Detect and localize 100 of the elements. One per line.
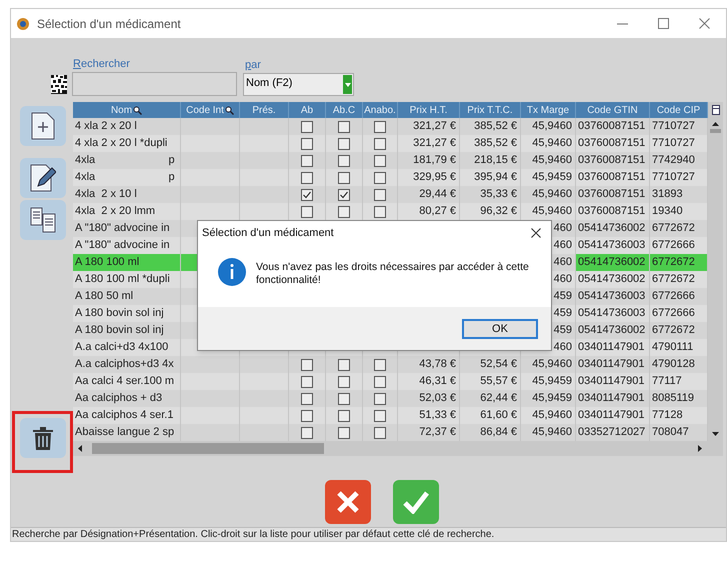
table-cell-text: Aa calciphos + d3: [75, 391, 162, 406]
table-cell-text: 45,9460: [532, 408, 572, 424]
table-cell-text: 86,84 €: [480, 425, 517, 440]
table-cell-text: 05414736003: [578, 289, 646, 304]
table-cell-text: 708047: [652, 425, 689, 440]
table-cell-text: A.a calci+d3 4x100: [75, 340, 168, 356]
table-cell-text: 03401147901: [578, 357, 644, 372]
table-cell-text: 459: [554, 306, 572, 322]
table-cell-text: 7710727: [652, 136, 695, 152]
table-cell-text: 35,33 €: [480, 187, 517, 202]
table-cell-text: A 180 100 ml: [75, 255, 140, 270]
dialog-title: Sélection d'un médicament: [202, 226, 334, 241]
table-cell-text: 460: [554, 272, 572, 288]
search-by-label: par: [245, 59, 262, 72]
table-cell-text: 6772672: [652, 323, 695, 338]
table-cell-text: 05414736002: [578, 323, 646, 338]
table-cell-text: 385,52 €: [474, 119, 517, 134]
table-cell-text: 46,31 €: [419, 374, 456, 390]
table-cell-text: 03760087151: [578, 136, 646, 152]
table-cell-text: Abaisse langue 2 sp: [75, 425, 174, 440]
table-cell-text: 4xla 2 x 20 lmm: [75, 204, 156, 220]
table-cell-text: 45,9460: [532, 119, 572, 134]
table-cell-text: 03760087151: [578, 187, 646, 202]
table-cell-text: 8085119: [652, 391, 694, 406]
table-cell-text: 45,9460: [532, 136, 572, 152]
table-cell-text: 385,52 €: [474, 136, 517, 152]
table-cell-text: 62,44 €: [480, 391, 517, 406]
table-cell-text: 80,27 €: [419, 204, 456, 220]
table-cell-text: Aa calciphos 4 ser.1: [75, 408, 174, 424]
dialog-message: Vous n'avez pas les droits nécessaires par accéder à cette fonctionnalité!: [256, 261, 530, 287]
table-cell-text: 460: [554, 340, 572, 356]
table-cell-text: 460: [554, 221, 572, 236]
status-text: Recherche par Désignation+Présentation. Clic-droit sur la liste pour utiliser par défaut cette clé de recherche.: [11, 528, 494, 542]
table-cell-text: 05414736002: [578, 255, 646, 270]
table-cell-text: 77117: [652, 374, 682, 390]
table-cell-text: 460: [554, 238, 572, 254]
table-cell-text: 31893: [652, 187, 683, 202]
table-cell-text: 7710727: [652, 170, 695, 186]
table-cell-text: 03760087151: [578, 204, 646, 220]
table-cell-text: 329,95 €: [413, 170, 456, 186]
table-cell-text: 61,60 €: [480, 408, 517, 424]
table-cell-text: 45,9459: [532, 391, 572, 406]
table-cell-text: 43,78 €: [419, 357, 456, 372]
table-cell-text: 45,9459: [532, 170, 572, 186]
table-cell-text: A "180" advocine in: [75, 221, 170, 236]
table-cell-text: 96,32 €: [480, 204, 517, 220]
table-cell-text: 4xla p: [75, 170, 175, 186]
table-cell-text: 4790128: [652, 357, 695, 372]
table-cell-text: 6772672: [652, 255, 695, 270]
table-cell-text: 05414736003: [578, 238, 646, 254]
table-cell-text: 05414736002: [578, 272, 646, 288]
table-cell-text: Aa calci 4 ser.100 m: [75, 374, 174, 390]
table-cell-text: 72,37 €: [419, 425, 456, 440]
table-cell-text: 52,54 €: [480, 357, 517, 372]
table-cell-text: 460: [554, 255, 572, 270]
table-cell-text: 45,9459: [532, 374, 572, 390]
table-cell-text: 52,03 €: [419, 391, 456, 406]
table-cell-text: 4xla p: [75, 153, 175, 168]
table-cell-text: 4 xla 2 x 20 l: [75, 119, 137, 134]
table-cell-text: 03401147901: [578, 408, 644, 424]
table-cell-text: A 180 50 ml: [75, 289, 134, 304]
table-cell-text: 6772666: [652, 289, 695, 304]
table-cell-text: 77128: [652, 408, 683, 424]
table-cell-text: 03401147901: [578, 374, 644, 390]
table-cell-text: 03401147901: [578, 340, 644, 356]
table-cell-text: 45,9460: [532, 425, 572, 440]
table-cell-text: 4 xla 2 x 20 l *dupli: [75, 136, 168, 152]
table-cell-text: 03760087151: [578, 153, 646, 168]
table-cell-text: 6772672: [652, 221, 695, 236]
search-label: Rechercher: [73, 58, 131, 71]
table-cell-text: 55,57 €: [480, 374, 517, 390]
table-cell-text: 6772666: [652, 306, 695, 322]
table-cell-text: 4790111: [652, 340, 694, 356]
table-cell-text: 7710727: [652, 119, 695, 134]
table-cell-text: 181,79 €: [413, 153, 456, 168]
table-cell-text: A 180 100 ml *dupli: [75, 272, 170, 288]
table-cell-text: 459: [554, 323, 572, 338]
table-cell-text: 19340: [652, 204, 683, 220]
table-cell-text: 321,27 €: [413, 119, 456, 134]
table-cell-text: 51,33 €: [419, 408, 456, 424]
table-cell-text: 29,44 €: [419, 187, 456, 202]
table-cell-text: 321,27 €: [413, 136, 456, 152]
table-cell-text: 45,9460: [532, 187, 572, 202]
table-cell-text: 03401147901: [578, 391, 644, 406]
table-cell-text: 03760087151: [578, 119, 646, 134]
table-cell-text: 4xla 2 x 10 l: [75, 187, 137, 202]
window-title: Sélection d'un médicament: [37, 16, 181, 32]
table-cell-text: 05414736002: [578, 221, 646, 236]
table-cell-text: A "180" advocine in: [75, 238, 170, 254]
table-cell-text: A.a calciphos+d3 4x: [75, 357, 174, 372]
table-cell-text: 03760087151: [578, 170, 646, 186]
table-cell-text: A 180 bovin sol inj: [75, 323, 164, 338]
table-cell-text: 45,9460: [532, 357, 572, 372]
table-cell-text: A 180 bovin sol inj: [75, 306, 164, 322]
table-cell-text: 459: [554, 289, 572, 304]
table-cell-text: 45,9460: [532, 153, 572, 168]
table-cell-text: 03352712027: [578, 425, 646, 440]
table-cell-text: 6772666: [652, 238, 695, 254]
table-cell-text: 395,94 €: [474, 170, 517, 186]
table-cell-text: 218,15 €: [474, 153, 517, 168]
